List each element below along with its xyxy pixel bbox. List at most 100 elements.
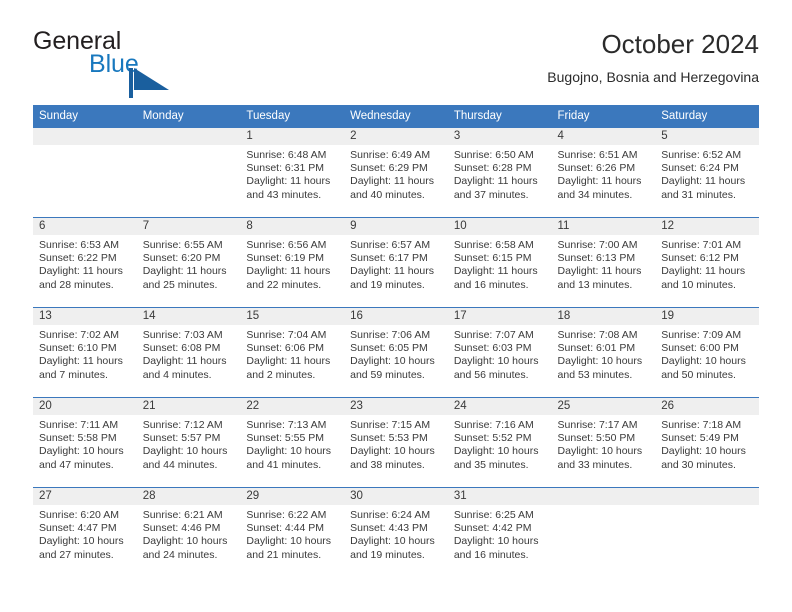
- day-detail-line: and 43 minutes.: [246, 188, 322, 201]
- page-header: General Blue October 2024 Bugojno, Bosni…: [33, 28, 759, 98]
- day-detail-line: Daylight: 10 hours: [661, 445, 746, 458]
- day-detail-line: Sunrise: 7:04 AM: [246, 329, 327, 341]
- day-cell-inner: 9 Sunrise: 6:57 AM Sunset: 6:17 PM Daylight…: [344, 218, 448, 307]
- calendar-week-row: 20 Sunrise: 7:11 AM Sunset: 5:58 PM Dayligh…: [33, 397, 759, 488]
- calendar-week-row: 1 Sunrise: 6:48 AM Sunset: 6:31 PM Daylight…: [33, 127, 759, 218]
- day-detail-line: Sunrise: 7:06 AM: [350, 329, 431, 341]
- day-detail-line: Sunrise: 6:58 AM: [453, 239, 534, 251]
- day-number: 20: [33, 398, 137, 415]
- day-detail-line: and 25 minutes.: [142, 278, 218, 291]
- calendar-day-cell[interactable]: 13 Sunrise: 7:02 AM Sunset: 6:10 PM Dayligh…: [33, 307, 137, 398]
- day-cell-inner: 28 Sunrise: 6:21 AM Sunset: 4:46 PM Dayligh…: [136, 488, 241, 577]
- calendar-day-cell[interactable]: 1 Sunrise: 6:48 AM Sunset: 6:31 PM Daylight…: [240, 127, 345, 218]
- title-block: October 2024 Bugojno, Bosnia and Herzego…: [299, 28, 759, 86]
- day-details: Sunrise: 7:02 AM Sunset: 6:10 PM Daylight:…: [33, 325, 137, 382]
- day-cell-inner: 18 Sunrise: 7:08 AM Sunset: 6:01 PM Dayligh…: [551, 308, 656, 397]
- calendar-day-cell[interactable]: 25 Sunrise: 7:17 AM Sunset: 5:50 PM Dayligh…: [551, 397, 656, 488]
- day-details: Sunrise: 6:21 AM Sunset: 4:46 PM Daylight:…: [137, 505, 241, 562]
- calendar-day-cell[interactable]: 3 Sunrise: 6:50 AM Sunset: 6:28 PM Daylight…: [447, 127, 552, 218]
- calendar-day-cell[interactable]: 7 Sunrise: 6:55 AM Sunset: 6:20 PM Daylight…: [136, 217, 241, 308]
- day-number: 19: [655, 308, 759, 325]
- calendar-empty-cell: [655, 487, 759, 577]
- calendar-body: 1 Sunrise: 6:48 AM Sunset: 6:31 PM Daylight…: [33, 127, 759, 577]
- day-detail-line: Sunset: 6:17 PM: [350, 252, 428, 265]
- weekday-header-tuesday: Tuesday: [240, 105, 345, 128]
- day-cell-inner: 31 Sunrise: 6:25 AM Sunset: 4:42 PM Dayligh…: [447, 488, 552, 577]
- calendar-empty-cell: [551, 487, 656, 577]
- day-cell-inner: 15 Sunrise: 7:04 AM Sunset: 6:06 PM Dayligh…: [240, 308, 345, 397]
- calendar-table: Sunday Monday Tuesday Wednesday Thursday Frid…: [33, 105, 759, 577]
- day-detail-line: Daylight: 11 hours: [142, 355, 227, 368]
- calendar-day-cell[interactable]: 11 Sunrise: 7:00 AM Sunset: 6:13 PM Dayligh…: [551, 217, 656, 308]
- day-number: [33, 128, 137, 145]
- calendar-day-cell[interactable]: 27 Sunrise: 6:20 AM Sunset: 4:47 PM Dayligh…: [33, 487, 137, 577]
- calendar-day-cell[interactable]: 2 Sunrise: 6:49 AM Sunset: 6:29 PM Daylight…: [344, 127, 448, 218]
- day-detail-line: and 28 minutes.: [39, 278, 114, 291]
- day-details: Sunrise: 7:18 AM Sunset: 5:49 PM Daylight:…: [655, 415, 759, 472]
- day-details: Sunrise: 7:08 AM Sunset: 6:01 PM Daylight:…: [552, 325, 656, 382]
- day-details: Sunrise: 7:06 AM Sunset: 6:05 PM Daylight:…: [344, 325, 448, 382]
- calendar-day-cell[interactable]: 5 Sunrise: 6:52 AM Sunset: 6:24 PM Daylight…: [655, 127, 759, 218]
- day-details: Sunrise: 7:00 AM Sunset: 6:13 PM Daylight:…: [552, 235, 656, 292]
- calendar-day-cell[interactable]: 30 Sunrise: 6:24 AM Sunset: 4:43 PM Dayligh…: [344, 487, 448, 577]
- calendar-day-cell[interactable]: 4 Sunrise: 6:51 AM Sunset: 6:26 PM Daylight…: [551, 127, 656, 218]
- calendar-day-cell[interactable]: 16 Sunrise: 7:06 AM Sunset: 6:05 PM Dayligh…: [344, 307, 448, 398]
- day-detail-line: Sunrise: 6:25 AM: [453, 509, 534, 521]
- day-details: Sunrise: 7:11 AM Sunset: 5:58 PM Daylight:…: [33, 415, 137, 472]
- calendar-day-cell[interactable]: 26 Sunrise: 7:18 AM Sunset: 5:49 PM Dayligh…: [655, 397, 759, 488]
- day-details: [655, 505, 759, 509]
- day-number: 25: [551, 398, 656, 415]
- calendar-day-cell[interactable]: 21 Sunrise: 7:12 AM Sunset: 5:57 PM Dayligh…: [136, 397, 241, 488]
- calendar-day-cell[interactable]: 10 Sunrise: 6:58 AM Sunset: 6:15 PM Dayligh…: [447, 217, 552, 308]
- day-detail-line: Sunset: 6:01 PM: [557, 342, 636, 355]
- day-details: Sunrise: 6:51 AM Sunset: 6:26 PM Daylight:…: [552, 145, 656, 202]
- day-detail-line: and 33 minutes.: [557, 458, 633, 471]
- day-cell-inner: 5 Sunrise: 6:52 AM Sunset: 6:24 PM Daylight…: [655, 128, 759, 217]
- calendar-day-cell[interactable]: 15 Sunrise: 7:04 AM Sunset: 6:06 PM Dayligh…: [240, 307, 345, 398]
- calendar-day-cell[interactable]: 14 Sunrise: 7:03 AM Sunset: 6:08 PM Dayligh…: [136, 307, 241, 398]
- day-detail-line: and 38 minutes.: [350, 458, 425, 471]
- calendar-day-cell[interactable]: 24 Sunrise: 7:16 AM Sunset: 5:52 PM Dayligh…: [447, 397, 552, 488]
- day-detail-line: Daylight: 10 hours: [453, 445, 539, 458]
- day-detail-line: Daylight: 10 hours: [39, 445, 124, 458]
- day-number: 6: [33, 218, 137, 235]
- general-blue-logo[interactable]: General Blue: [33, 28, 293, 98]
- day-cell-inner: 20 Sunrise: 7:11 AM Sunset: 5:58 PM Dayligh…: [33, 398, 137, 487]
- day-detail-line: and 13 minutes.: [557, 278, 633, 291]
- calendar-day-cell[interactable]: 12 Sunrise: 7:01 AM Sunset: 6:12 PM Dayligh…: [655, 217, 759, 308]
- day-detail-line: and 40 minutes.: [350, 188, 425, 201]
- day-detail-line: Sunset: 6:28 PM: [453, 162, 532, 175]
- calendar-day-cell[interactable]: 9 Sunrise: 6:57 AM Sunset: 6:17 PM Daylight…: [344, 217, 448, 308]
- calendar-day-cell[interactable]: 29 Sunrise: 6:22 AM Sunset: 4:44 PM Dayligh…: [240, 487, 345, 577]
- day-cell-inner: 19 Sunrise: 7:09 AM Sunset: 6:00 PM Dayligh…: [655, 308, 759, 397]
- day-detail-line: Sunset: 4:42 PM: [453, 522, 532, 535]
- day-details: Sunrise: 7:13 AM Sunset: 5:55 PM Daylight:…: [240, 415, 344, 472]
- day-detail-line: Daylight: 10 hours: [557, 445, 643, 458]
- day-number: 8: [240, 218, 345, 235]
- calendar-header-row: Sunday Monday Tuesday Wednesday Thursday Frid…: [33, 105, 759, 128]
- calendar-day-cell[interactable]: 28 Sunrise: 6:21 AM Sunset: 4:46 PM Dayligh…: [136, 487, 241, 577]
- day-detail-line: and 34 minutes.: [557, 188, 633, 201]
- calendar-day-cell[interactable]: 18 Sunrise: 7:08 AM Sunset: 6:01 PM Dayligh…: [551, 307, 656, 398]
- day-detail-line: and 47 minutes.: [39, 458, 114, 471]
- day-detail-line: and 21 minutes.: [246, 548, 322, 561]
- calendar-day-cell[interactable]: 19 Sunrise: 7:09 AM Sunset: 6:00 PM Dayligh…: [655, 307, 759, 398]
- day-cell-inner: 22 Sunrise: 7:13 AM Sunset: 5:55 PM Dayligh…: [240, 398, 345, 487]
- day-detail-line: Sunrise: 7:17 AM: [557, 419, 638, 431]
- day-number: 10: [447, 218, 552, 235]
- calendar-day-cell[interactable]: 31 Sunrise: 6:25 AM Sunset: 4:42 PM Dayligh…: [447, 487, 552, 577]
- calendar-day-cell[interactable]: 8 Sunrise: 6:56 AM Sunset: 6:19 PM Daylight…: [240, 217, 345, 308]
- calendar-day-cell[interactable]: 20 Sunrise: 7:11 AM Sunset: 5:58 PM Dayligh…: [33, 397, 137, 488]
- day-detail-line: Sunrise: 6:51 AM: [557, 149, 638, 161]
- day-detail-line: Sunset: 6:13 PM: [557, 252, 636, 265]
- day-number: [655, 488, 759, 505]
- day-number: 24: [447, 398, 552, 415]
- calendar-day-cell[interactable]: 22 Sunrise: 7:13 AM Sunset: 5:55 PM Dayligh…: [240, 397, 345, 488]
- calendar-day-cell[interactable]: 23 Sunrise: 7:15 AM Sunset: 5:53 PM Dayligh…: [344, 397, 448, 488]
- day-detail-line: Sunrise: 6:50 AM: [453, 149, 534, 161]
- day-detail-line: Sunrise: 7:15 AM: [350, 419, 431, 431]
- day-details: Sunrise: 7:07 AM Sunset: 6:03 PM Daylight:…: [448, 325, 552, 382]
- day-detail-line: Daylight: 11 hours: [350, 175, 434, 188]
- calendar-day-cell[interactable]: 17 Sunrise: 7:07 AM Sunset: 6:03 PM Dayligh…: [447, 307, 552, 398]
- calendar-day-cell[interactable]: 6 Sunrise: 6:53 AM Sunset: 6:22 PM Daylight…: [33, 217, 137, 308]
